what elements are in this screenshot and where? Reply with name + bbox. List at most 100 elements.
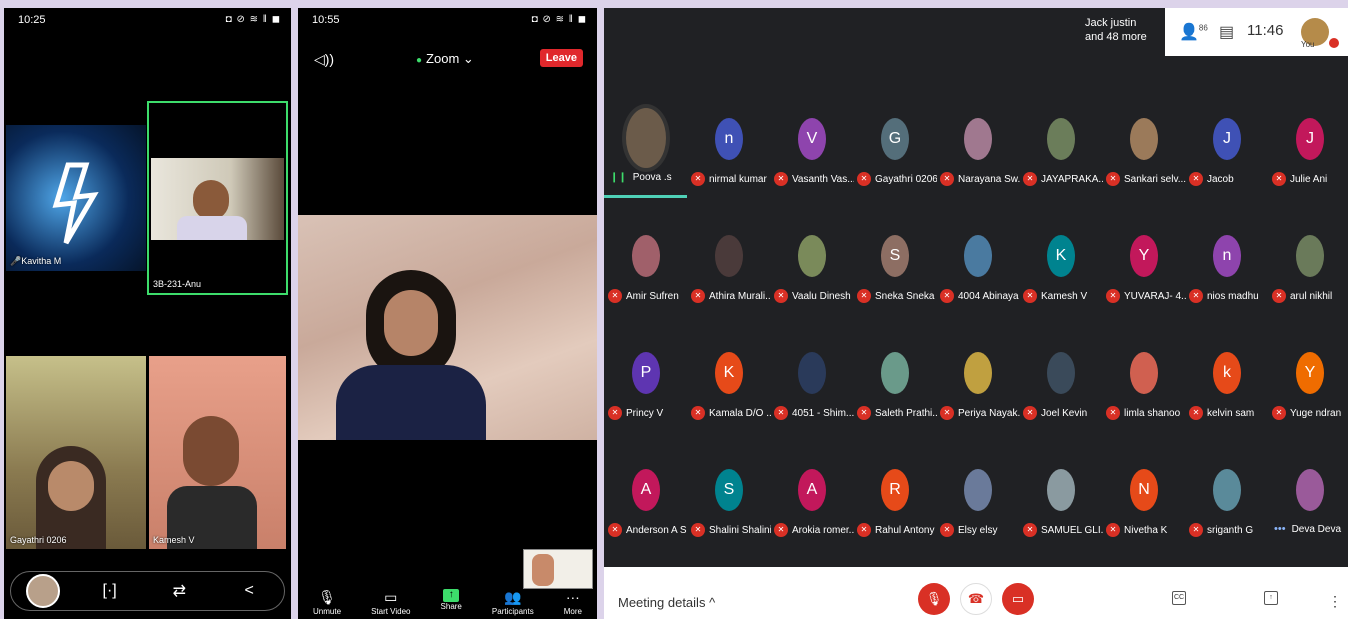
leave-button[interactable]: Leave [539, 49, 583, 67]
participant-name-text: Julie Ani [1290, 173, 1328, 185]
participants-icon[interactable]: 👤86 [1179, 22, 1208, 42]
participant-avatar [964, 352, 992, 394]
participant-tile[interactable]: Y ✕ Yuge ndran [1268, 342, 1348, 459]
unmute-button[interactable]: 🎙 Unmute [313, 589, 341, 619]
active-speaker-video[interactable] [298, 215, 597, 440]
mic-off-icon: ✕ [608, 523, 622, 537]
participant-avatar: k [1213, 352, 1241, 394]
self-view-thumbnail[interactable] [523, 549, 593, 589]
participant-name-text: Sneka Sneka [875, 290, 935, 302]
participant-tile[interactable]: V ✕ Vasanth Vas... [770, 108, 854, 225]
participant-tile[interactable]: ✕ Saleth Prathi... [853, 342, 937, 459]
captions-button[interactable]: CC [1172, 591, 1186, 605]
video-tile-kamesh[interactable]: Kamesh V [149, 356, 286, 549]
mic-off-icon: ✕ [1189, 172, 1203, 186]
more-options-icon[interactable]: ⋮ [1328, 593, 1342, 610]
speaker-video [151, 158, 284, 240]
participant-name: ✕ Vasanth Vas... [774, 172, 854, 186]
participant-avatar [1047, 469, 1075, 511]
mic-off-icon: ✕ [774, 172, 788, 186]
participant-tile[interactable]: J ✕ Julie Ani [1268, 108, 1348, 225]
participant-name-text: Elsy elsy [958, 524, 998, 536]
participant-name: ✕ 4051 - Shim... [774, 406, 854, 420]
meet-screen: Jack justin and 48 more 👤86 ▤ 11:46 You … [604, 8, 1348, 619]
participant-tile[interactable]: ✕ Periya Nayak... [936, 342, 1020, 459]
participant-tile[interactable]: ••• Deva Deva [1268, 459, 1348, 576]
more-button[interactable]: ··· More [564, 589, 582, 619]
participant-avatar: K [1047, 235, 1075, 277]
participant-tile[interactable]: K ✕ Kamesh V [1019, 225, 1102, 342]
mic-off-icon: ✕ [940, 172, 954, 186]
participant-tile[interactable]: ✕ SAMUEL GLI... [1019, 459, 1103, 576]
participant-tile[interactable]: K ✕ Kamala D/O ... [687, 342, 771, 459]
video-tile-anu[interactable]: 3B-231-Anu [147, 101, 288, 295]
mic-off-icon: ✕ [1023, 523, 1037, 537]
participant-tile[interactable]: ✕ 4051 - Shim... [770, 342, 854, 459]
hang-up-button[interactable]: ☎ [960, 583, 992, 615]
switch-camera-icon[interactable]: ⇄ [159, 576, 199, 606]
tile-label: 🎤Kavitha M [10, 256, 62, 266]
participant-name-text: arul nikhil [1290, 290, 1333, 302]
participant-tile[interactable]: ✕ arul nikhil [1268, 225, 1348, 342]
participant-tile[interactable]: Y ✕ YUVARAJ- 4... [1102, 225, 1186, 342]
start-video-button[interactable]: ▭ Start Video [371, 589, 410, 619]
self-view-thumbnail[interactable] [25, 574, 60, 608]
participant-name-text: Yuge ndran [1290, 407, 1342, 419]
meeting-details-button[interactable]: Meeting details ^ [618, 595, 715, 610]
participant-tile[interactable]: ❙❙ Poova .s [604, 108, 687, 225]
participant-tile[interactable]: k ✕ kelvin sam [1185, 342, 1268, 459]
participant-name-text: Saleth Prathi... [875, 407, 937, 419]
participant-name-text: Periya Nayak... [958, 407, 1020, 419]
participant-avatar: G [881, 118, 909, 160]
participants-button[interactable]: 👥 Participants [492, 589, 534, 619]
participant-tile[interactable]: J ✕ Jacob [1185, 108, 1268, 225]
mic-off-icon: ✕ [608, 289, 622, 303]
active-speaker-bar [604, 195, 687, 198]
video-tile-kavitha[interactable]: 🎤Kavitha M [6, 125, 146, 271]
participant-tile[interactable]: ✕ limla shanoo [1102, 342, 1185, 459]
mic-off-icon: ✕ [857, 172, 871, 186]
mic-off-icon: ✕ [1272, 406, 1286, 420]
participant-tile[interactable]: ✕ Sankari selv... [1102, 108, 1186, 225]
participant-name: ✕ Vaalu Dinesh [774, 289, 854, 303]
chat-icon[interactable]: ▤ [1219, 22, 1234, 42]
participant-tile[interactable]: ✕ Amir Sufren [604, 225, 687, 342]
participant-name: ✕ limla shanoo [1106, 406, 1186, 420]
participant-tile[interactable]: ✕ Narayana Sw... [936, 108, 1020, 225]
zoom-title[interactable]: ● Zoom ⌄ [416, 51, 474, 67]
participant-tile[interactable]: S ✕ Shalini Shalini [687, 459, 771, 576]
participant-tile[interactable]: N ✕ Nivetha K [1102, 459, 1185, 576]
participant-tile[interactable]: ✕ Athira Murali... [687, 225, 771, 342]
presenter-name: Jack justin [1085, 17, 1137, 29]
participant-tile[interactable]: P ✕ Princy V [604, 342, 687, 459]
participant-name: ✕ Gayathri 0206 [857, 172, 937, 186]
participant-tile[interactable]: ✕ Elsy elsy [936, 459, 1019, 576]
share-icon[interactable]: < [229, 576, 269, 606]
participant-avatar: S [715, 469, 743, 511]
participant-tile[interactable]: A ✕ Anderson A S [604, 459, 687, 576]
participant-name: ✕ Athira Murali... [691, 289, 771, 303]
share-button[interactable]: ↑ Share [441, 589, 462, 619]
participant-tile[interactable]: n ✕ nirmal kumar [687, 108, 770, 225]
participant-tile[interactable]: ✕ Joel Kevin [1019, 342, 1102, 459]
participant-tile[interactable]: ✕ sriganth G [1185, 459, 1268, 576]
participant-tile[interactable]: R ✕ Rahul Antony [853, 459, 936, 576]
participant-tile[interactable]: G ✕ Gayathri 0206 [853, 108, 937, 225]
camera-toggle-button[interactable]: ▭ [1002, 583, 1034, 615]
participant-tile[interactable]: ✕ 4004 Abinaya [936, 225, 1019, 342]
participant-tile[interactable]: ✕ JAYAPRAKA... [1019, 108, 1103, 225]
participant-tile[interactable]: n ✕ nios madhu [1185, 225, 1268, 342]
mic-toggle-button[interactable]: 🎙 [918, 583, 950, 615]
participant-name: ✕ Shalini Shalini [691, 523, 771, 537]
participant-name: ✕ SAMUEL GLI... [1023, 523, 1103, 537]
participant-tile[interactable]: S ✕ Sneka Sneka [853, 225, 936, 342]
focus-icon[interactable]: [·] [90, 576, 130, 606]
present-button[interactable]: ↑ [1264, 591, 1278, 605]
participant-avatar [1047, 352, 1075, 394]
participant-tile[interactable]: ✕ Vaalu Dinesh [770, 225, 853, 342]
participant-name: ✕ Rahul Antony [857, 523, 937, 537]
speaker-icon[interactable]: ◁)) [314, 51, 334, 68]
participant-name-text: 4004 Abinaya [958, 290, 1019, 302]
participant-tile[interactable]: A ✕ Arokia romer... [770, 459, 854, 576]
video-tile-gayathri[interactable]: Gayathri 0206 [6, 356, 146, 549]
